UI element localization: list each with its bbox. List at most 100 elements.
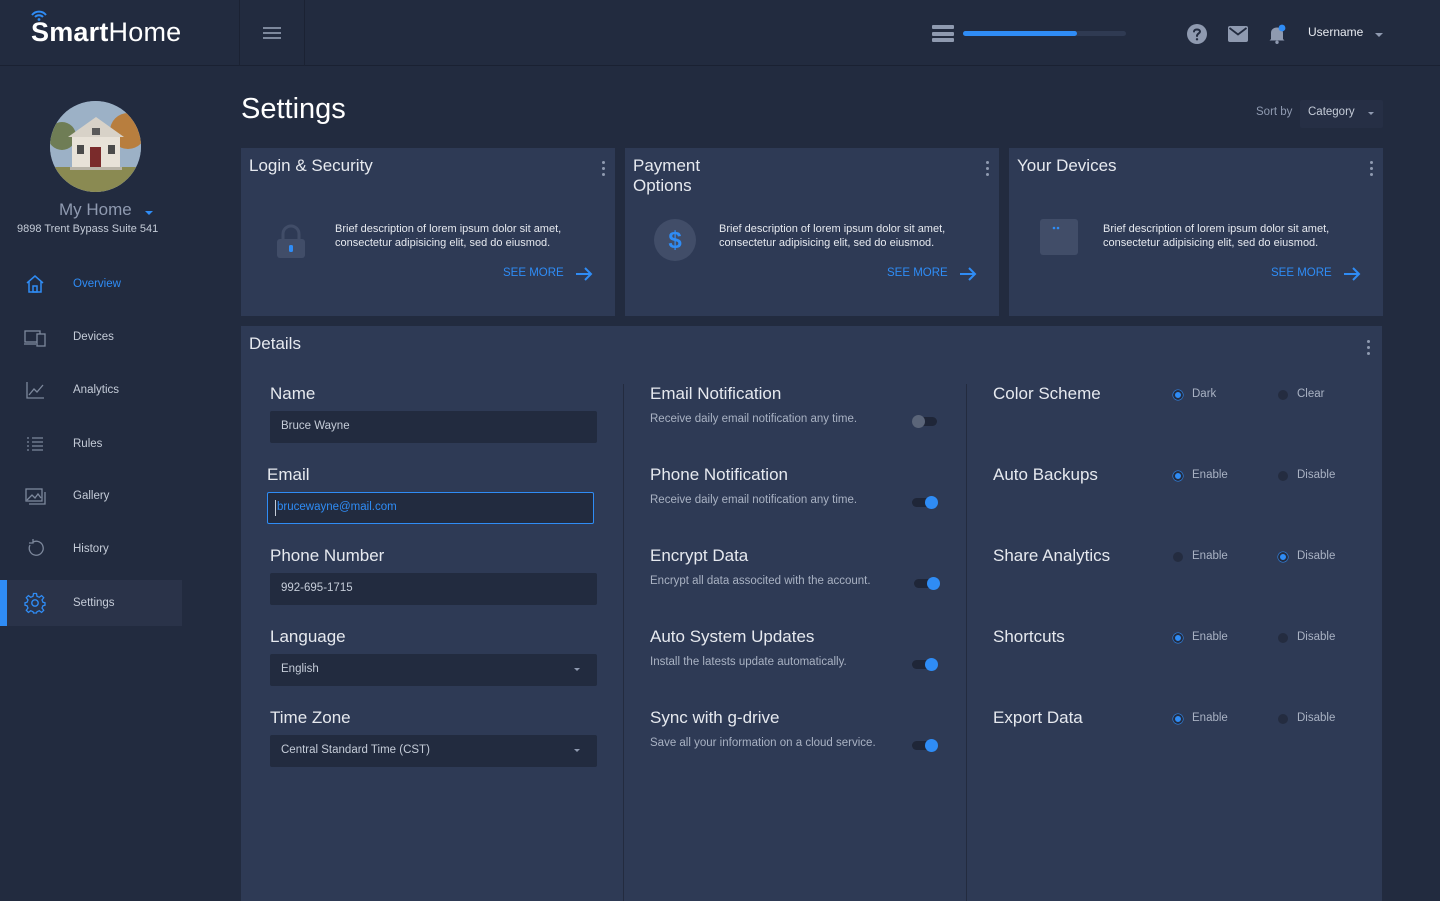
sort-select[interactable]: Category	[1300, 100, 1383, 128]
more-options-icon[interactable]	[986, 161, 989, 176]
see-more-label: SEE MORE	[503, 267, 564, 279]
list-icon[interactable]	[932, 25, 954, 42]
sidebar-item-label: Rules	[73, 438, 103, 450]
sidebar-item-devices[interactable]: Devices	[0, 314, 182, 360]
sidebar-item-gallery[interactable]: Gallery	[0, 473, 182, 519]
see-more-link[interactable]: SEE MORE	[1271, 265, 1367, 285]
username-label[interactable]: Username	[1308, 25, 1363, 39]
see-more-link[interactable]: SEE MORE	[503, 265, 599, 285]
see-more-label: SEE MORE	[1271, 267, 1332, 279]
color-scheme-dark-radio[interactable]: Dark	[1173, 388, 1273, 402]
lock-icon	[277, 224, 305, 258]
export-data-title: Export Data	[993, 708, 1083, 727]
details-title: Details	[249, 334, 301, 353]
sidebar-item-history[interactable]: History	[0, 526, 182, 572]
more-options-icon[interactable]	[1367, 340, 1370, 355]
encrypt-data-title: Encrypt Data	[650, 546, 749, 565]
radio-label: Enable	[1192, 550, 1228, 562]
radio-label: Dark	[1192, 388, 1217, 400]
email-value: brucewayne@mail.com	[277, 501, 397, 513]
sidebar-item-settings[interactable]: Settings	[0, 580, 182, 626]
radio-label: Enable	[1192, 631, 1228, 643]
chevron-down-icon	[1368, 112, 1374, 115]
export-data-disable-radio[interactable]: Disable	[1278, 712, 1378, 726]
chevron-down-icon[interactable]	[145, 211, 153, 215]
shortcuts-enable-radio[interactable]: Enable	[1173, 631, 1273, 645]
radio-label: Enable	[1192, 712, 1228, 724]
gear-icon	[24, 592, 46, 614]
see-more-label: SEE MORE	[887, 267, 948, 279]
auto-backups-title: Auto Backups	[993, 465, 1098, 484]
chevron-down-icon[interactable]	[1375, 33, 1383, 37]
app-logo[interactable]: SmartHome	[31, 17, 181, 48]
auto-backups-enable-radio[interactable]: Enable	[1173, 469, 1273, 483]
arrow-right-icon	[576, 267, 593, 281]
auto-updates-desc: Install the latests update automatically…	[650, 656, 847, 668]
language-select[interactable]: English	[270, 654, 597, 686]
radio-dot	[1278, 714, 1288, 724]
export-data-enable-radio[interactable]: Enable	[1173, 712, 1273, 726]
color-scheme-title: Color Scheme	[993, 384, 1101, 403]
analytics-icon	[26, 382, 44, 399]
radio-label: Disable	[1297, 631, 1336, 643]
home-name[interactable]: My Home	[59, 200, 132, 220]
shortcuts-disable-radio[interactable]: Disable	[1278, 631, 1378, 645]
radio-label: Disable	[1297, 712, 1336, 724]
arrow-right-icon	[1344, 267, 1361, 281]
avatar[interactable]	[50, 101, 141, 192]
timezone-value: Central Standard Time (CST)	[281, 744, 430, 756]
email-field[interactable]: brucewayne@mail.com	[267, 492, 594, 524]
email-label: Email	[267, 465, 310, 484]
sync-gdrive-title: Sync with g-drive	[650, 708, 780, 727]
name-label: Name	[270, 384, 316, 403]
more-options-icon[interactable]	[602, 161, 605, 176]
sidebar-item-label: Devices	[73, 331, 114, 343]
sidebar-item-overview[interactable]: Overview	[0, 261, 182, 307]
encrypt-data-toggle[interactable]	[914, 577, 940, 590]
column-divider	[623, 384, 624, 901]
radio-label: Clear	[1297, 388, 1325, 400]
sidebar-item-label: History	[73, 543, 109, 555]
email-notification-toggle[interactable]	[912, 415, 937, 428]
toggle-knob	[912, 415, 925, 428]
sync-gdrive-toggle[interactable]	[912, 739, 938, 752]
chevron-down-icon	[574, 749, 580, 752]
card-description: Brief description of lorem ipsum dolor s…	[335, 223, 562, 249]
sidebar-item-label: Overview	[73, 278, 121, 290]
radio-dot	[1278, 633, 1288, 643]
sidebar-item-analytics[interactable]: Analytics	[0, 367, 182, 413]
name-field[interactable]: Bruce Wayne	[270, 411, 597, 443]
hamburger-menu-icon[interactable]	[263, 27, 281, 39]
see-more-link[interactable]: SEE MORE	[887, 265, 983, 285]
sidebar-item-rules[interactable]: Rules	[0, 421, 182, 467]
card-description: Brief description of lorem ipsum dolor s…	[1103, 223, 1330, 249]
timezone-select[interactable]: Central Standard Time (CST)	[270, 735, 597, 767]
help-icon[interactable]	[1187, 24, 1207, 44]
bell-icon[interactable]	[1267, 24, 1287, 44]
auto-updates-toggle[interactable]	[912, 658, 938, 671]
card-title: Your Devices	[1017, 156, 1117, 175]
more-options-icon[interactable]	[1370, 161, 1373, 176]
card-payment-options: Payment Options $ Brief description of l…	[625, 148, 999, 316]
share-analytics-title: Share Analytics	[993, 546, 1111, 565]
email-notification-desc: Receive daily email notification any tim…	[650, 413, 858, 425]
mail-icon[interactable]	[1228, 26, 1248, 42]
phone-notification-title: Phone Notification	[650, 465, 788, 484]
email-notification-title: Email Notification	[650, 384, 782, 403]
radio-dot	[1173, 390, 1183, 400]
radio-dot	[1173, 471, 1183, 481]
gallery-icon	[25, 488, 46, 505]
history-icon	[28, 539, 44, 556]
progress-bar	[963, 31, 1126, 36]
timezone-label: Time Zone	[270, 708, 351, 727]
arrow-right-icon	[960, 267, 977, 281]
color-scheme-clear-radio[interactable]: Clear	[1278, 388, 1378, 402]
encrypt-data-desc: Encrypt all data associted with the acco…	[650, 575, 871, 587]
phone-field[interactable]: 992-695-1715	[270, 573, 597, 605]
share-analytics-enable-radio[interactable]: Enable	[1173, 550, 1273, 564]
card-login-security: Login & Security Brief description of lo…	[241, 148, 615, 316]
share-analytics-disable-radio[interactable]: Disable	[1278, 550, 1378, 564]
chevron-down-icon	[574, 668, 580, 671]
phone-notification-toggle[interactable]	[912, 496, 938, 509]
auto-backups-disable-radio[interactable]: Disable	[1278, 469, 1378, 483]
